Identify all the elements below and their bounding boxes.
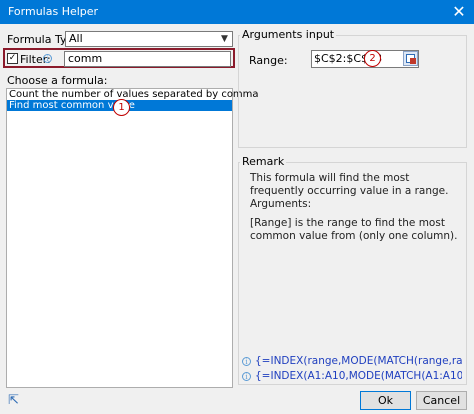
info-icon: i	[43, 54, 52, 63]
info-icon: i	[242, 371, 251, 381]
formula-type-dropdown[interactable]: All ▼	[65, 31, 233, 47]
range-label: Range:	[249, 54, 288, 67]
annotation-badge-1: 1	[113, 99, 130, 116]
ok-button[interactable]: Ok	[360, 391, 411, 410]
formulas-helper-window: Formulas Helper ✕ Formula Type: All ▼ ✓ …	[0, 0, 474, 414]
range-select-icon[interactable]	[403, 51, 418, 66]
example-formula-text: {=INDEX(range,MODE(MATCH(range,range,0))…	[255, 355, 462, 367]
filter-input[interactable]: comm	[64, 51, 231, 67]
example-formula-1[interactable]: i {=INDEX(range,MODE(MATCH(range,range,0)…	[242, 354, 462, 368]
share-icon[interactable]: ⇱	[8, 394, 22, 408]
remark-title: Remark	[240, 155, 287, 168]
arguments-title: Arguments input	[240, 28, 337, 41]
filter-input-value: comm	[68, 52, 103, 65]
formula-type-value: All	[69, 32, 83, 45]
formula-list[interactable]: Count the number of values separated by …	[6, 88, 259, 388]
close-icon[interactable]: ✕	[444, 0, 474, 24]
info-icon: i	[242, 356, 251, 366]
chevron-down-icon[interactable]: ▼	[217, 32, 232, 46]
remark-argument-help: [Range] is the range to find the most co…	[250, 217, 458, 242]
filter-checkbox[interactable]: ✓	[7, 53, 18, 64]
remark-description: This formula will find the most frequent…	[250, 172, 449, 210]
annotation-badge-2: 2	[364, 50, 381, 67]
example-formula-text: {=INDEX(A1:A10,MODE(MATCH(A1:A10,A1:A10,…	[255, 370, 462, 382]
example-formula-2[interactable]: i {=INDEX(A1:A10,MODE(MATCH(A1:A10,A1:A10…	[242, 369, 462, 383]
window-title: Formulas Helper	[8, 5, 99, 18]
title-bar: Formulas Helper ✕	[0, 0, 474, 24]
cancel-button[interactable]: Cancel	[416, 391, 467, 410]
choose-formula-label: Choose a formula:	[7, 74, 108, 87]
